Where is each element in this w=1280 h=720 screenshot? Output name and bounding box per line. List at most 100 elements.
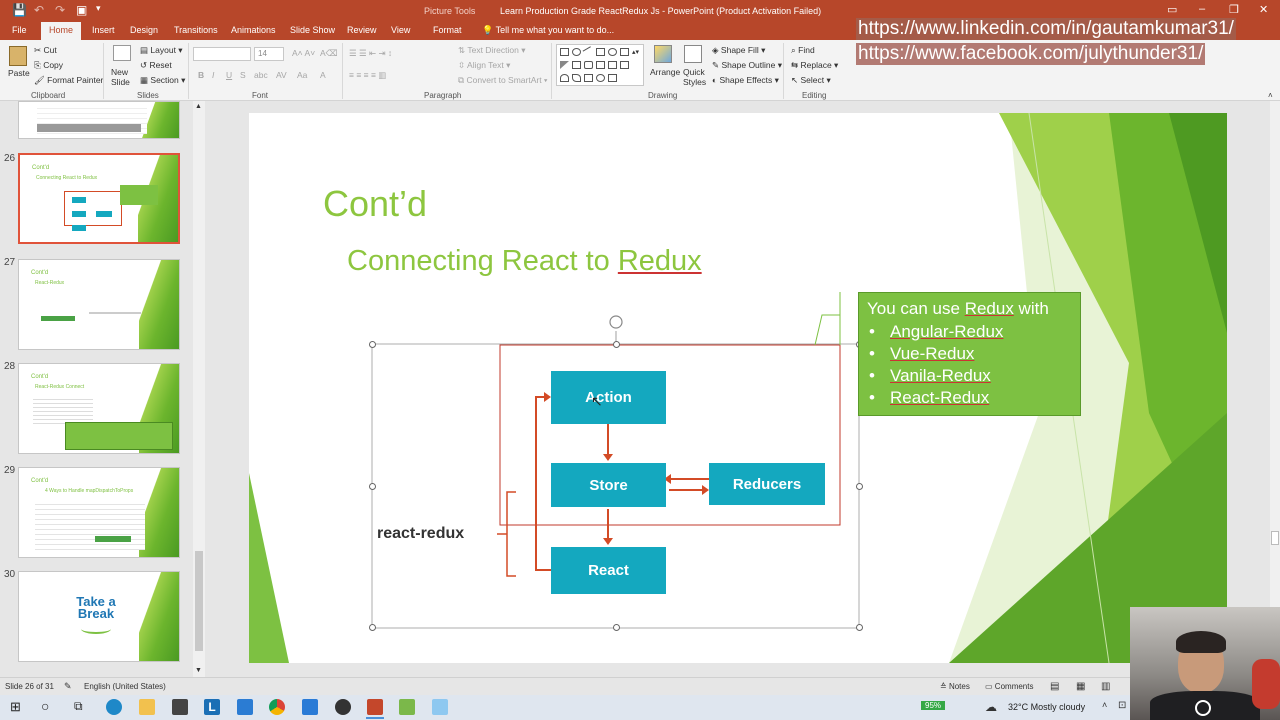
tab-animations[interactable]: Animations (231, 25, 276, 35)
resize-handle[interactable] (613, 341, 620, 348)
resize-handle[interactable] (369, 341, 376, 348)
cut-button[interactable]: ✂ Cut (34, 45, 57, 56)
shapes-gallery[interactable]: ▴▾ (556, 44, 644, 86)
chrome-icon[interactable] (269, 699, 285, 715)
quick-styles-button[interactable]: Quick Styles (683, 67, 711, 87)
square-shape-icon[interactable] (596, 48, 605, 56)
select-button[interactable]: ↖ Select ▾ (791, 75, 831, 86)
star-shape-icon[interactable] (620, 61, 629, 69)
scroll-down-icon[interactable]: ▼ (195, 667, 202, 674)
strikethrough-icon[interactable]: abc (254, 70, 268, 80)
redo-icon[interactable]: ↷ (55, 3, 65, 17)
store-icon[interactable] (172, 699, 188, 715)
oval-shape-icon[interactable] (572, 48, 581, 56)
resize-handle[interactable] (856, 483, 863, 490)
present-icon[interactable]: ▣ (76, 3, 87, 17)
grow-font-icon[interactable]: A˄ A˅ (292, 48, 315, 58)
tab-insert[interactable]: Insert (92, 25, 115, 35)
scrollbar-thumb[interactable] (1271, 531, 1279, 545)
slide-thumbnail-27[interactable]: Cont'd React-Redux (18, 259, 180, 350)
thumbnail-scrollbar[interactable]: ▲ ▼ (193, 101, 205, 677)
slide-26[interactable]: Cont’d Connecting React to Redux Action … (249, 113, 1227, 663)
font-color-icon[interactable]: A (320, 70, 326, 80)
quick-styles-icon[interactable] (684, 45, 702, 63)
resize-handle[interactable] (856, 624, 863, 631)
editor-scrollbar[interactable] (1270, 101, 1280, 677)
gallery-scroll-icon[interactable]: ▴▾ (632, 48, 641, 56)
weather-icon[interactable]: ☁ (985, 700, 997, 714)
underline-icon[interactable]: U (226, 70, 232, 80)
network-icon[interactable]: ⊡ (1118, 700, 1126, 711)
slide-thumbnail-30[interactable]: Take a Break (18, 571, 180, 662)
frame-shape-icon[interactable] (572, 61, 581, 69)
arrow-down-shape-icon[interactable] (608, 61, 617, 69)
tab-transitions[interactable]: Transitions (174, 25, 218, 35)
resize-handle[interactable] (613, 624, 620, 631)
layout-button[interactable]: ▤ Layout ▾ (140, 45, 183, 56)
github-icon[interactable] (335, 699, 351, 715)
font-size-combo[interactable]: 14 (254, 47, 284, 61)
change-case-icon[interactable]: Aa (297, 70, 307, 80)
close-icon[interactable]: ✕ (1259, 3, 1268, 16)
tell-me-box[interactable]: 💡 Tell me what you want to do... (482, 25, 614, 36)
font-name-combo[interactable] (193, 47, 251, 61)
format-painter-button[interactable]: 🖌 Format Painter (34, 75, 103, 86)
align-icons[interactable]: ≡ ≡ ≡ ≡ ▥ (349, 70, 386, 81)
star5-shape-icon[interactable] (608, 74, 617, 82)
reading-view-icon[interactable]: ▥ (1101, 681, 1110, 692)
redux-bindings-box[interactable]: You can use Redux with Angular-Redux Vue… (858, 292, 1081, 416)
save-icon[interactable]: 💾 (12, 3, 27, 17)
arc-shape-icon[interactable] (560, 74, 569, 82)
tab-view[interactable]: View (391, 25, 410, 35)
triangle-shape-icon[interactable] (560, 61, 569, 69)
file-explorer-icon[interactable] (139, 699, 155, 715)
bold-icon[interactable]: B (198, 70, 204, 80)
curve-shape-icon[interactable] (572, 74, 581, 82)
screen-recorder-icon[interactable] (399, 699, 415, 715)
new-slide-button[interactable]: New Slide (111, 67, 135, 87)
replace-button[interactable]: ⇆ Replace ▾ (791, 60, 838, 71)
undo-icon[interactable]: ↶ (34, 3, 44, 17)
scroll-up-icon[interactable]: ▲ (195, 103, 202, 110)
vscode-icon[interactable] (302, 699, 318, 715)
new-slide-icon[interactable] (113, 45, 131, 61)
resize-handle[interactable] (369, 624, 376, 631)
windows-start-icon[interactable]: ⊞ (10, 699, 21, 715)
tab-home[interactable]: Home (41, 22, 82, 40)
spacing-icon[interactable]: AV (276, 70, 287, 80)
normal-view-icon[interactable]: ▤ (1050, 681, 1059, 692)
arrange-icon[interactable] (654, 45, 672, 63)
shadow-icon[interactable]: S (240, 70, 246, 80)
text-direction-button[interactable]: ⇅ Text Direction ▾ (458, 45, 525, 56)
italic-icon[interactable]: I (212, 70, 214, 80)
slide-thumbnail-25[interactable] (18, 101, 180, 139)
spellcheck-icon[interactable]: ✎ (64, 681, 72, 692)
maximize-icon[interactable]: ❐ (1229, 3, 1239, 16)
scrollbar-thumb[interactable] (195, 551, 203, 651)
rectangle-shape-icon[interactable] (560, 48, 569, 56)
slide-sorter-icon[interactable]: ▦ (1076, 681, 1085, 692)
convert-smartart-button[interactable]: ⧉ Convert to SmartArt ▾ (458, 75, 548, 86)
tab-design[interactable]: Design (130, 25, 158, 35)
reset-button[interactable]: ↺ Reset (140, 60, 172, 71)
tab-slide-show[interactable]: Slide Show (290, 25, 335, 35)
search-icon[interactable]: ○ (41, 698, 49, 714)
box-shape-icon[interactable] (620, 48, 629, 56)
brace-shape-icon[interactable] (596, 74, 605, 82)
language-status[interactable]: English (United States) (84, 682, 166, 691)
comments-button[interactable]: ▭ Comments (985, 682, 1033, 691)
slide-thumbnail-28[interactable]: Cont'd React-Redux Connect (18, 363, 180, 454)
resize-handle[interactable] (369, 483, 376, 490)
paste-icon[interactable] (9, 46, 27, 66)
copy-button[interactable]: ⎘ Copy (34, 60, 63, 71)
battery-badge[interactable]: 95% (921, 701, 946, 710)
arrange-button[interactable]: Arrange (650, 67, 680, 77)
arrow-shape-icon[interactable] (596, 61, 605, 69)
collapse-ribbon-icon[interactable]: ˄ (1268, 91, 1273, 100)
powerpoint-icon[interactable] (367, 699, 383, 715)
minimize-icon[interactable]: – (1199, 3, 1205, 15)
slide-thumbnail-26[interactable]: Cont'd Connecting React to Redux (18, 153, 180, 244)
shape-outline-button[interactable]: ✎ Shape Outline ▾ (712, 60, 782, 71)
app-icon[interactable] (432, 699, 448, 715)
edge-icon[interactable] (106, 699, 122, 715)
